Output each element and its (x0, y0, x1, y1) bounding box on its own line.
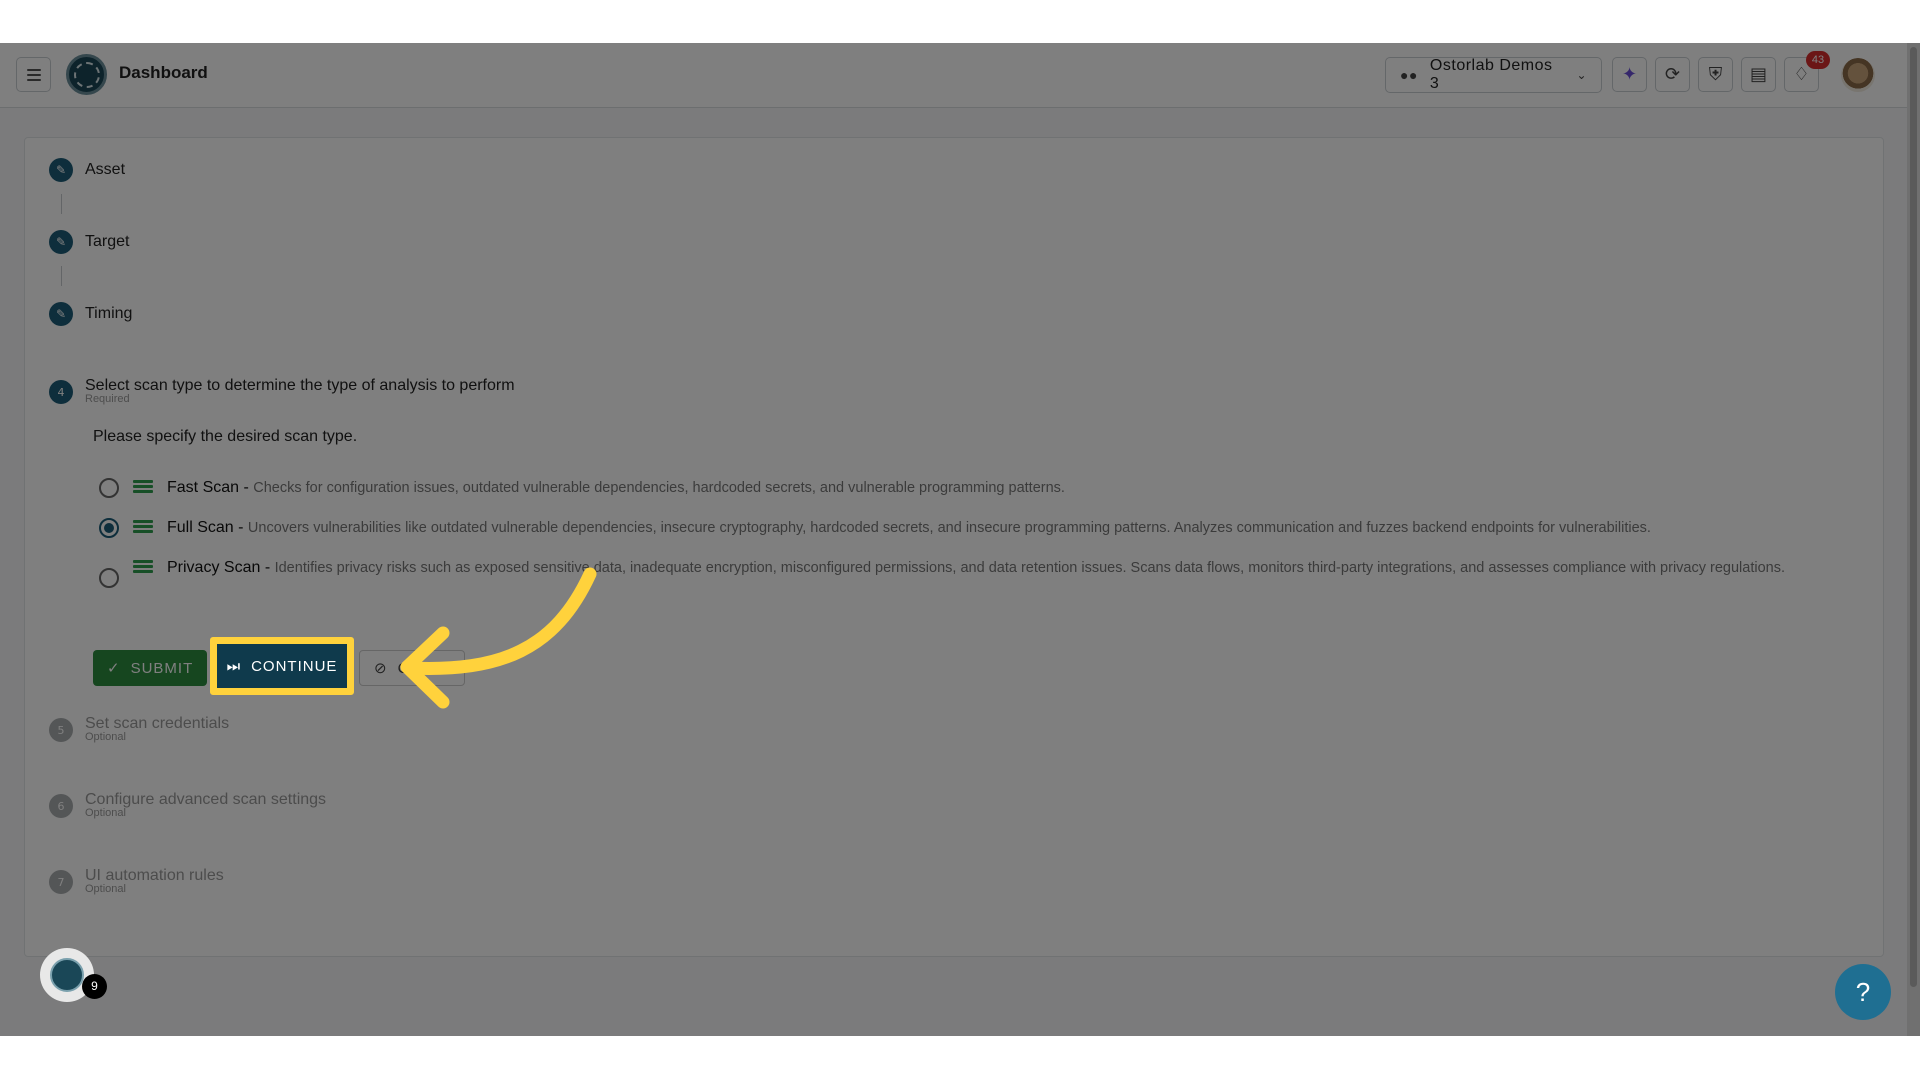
screen: Dashboard ●● Ostorlab Demos 3 ⌄ ✦ ⟳ ⛨ ▤ … (0, 0, 1920, 1080)
scrollbar-thumb[interactable] (1910, 47, 1917, 987)
ostorlab-logo-icon (50, 958, 84, 992)
skip-next-icon: ⏭ (226, 657, 242, 675)
floating-badge: 9 (82, 974, 107, 999)
page-scrollbar[interactable] (1907, 43, 1920, 1036)
help-button[interactable]: ? (1835, 964, 1891, 1020)
highlighted-continue-button[interactable]: ⏭ CONTINUE (210, 637, 354, 695)
dim-overlay (0, 43, 1920, 1036)
